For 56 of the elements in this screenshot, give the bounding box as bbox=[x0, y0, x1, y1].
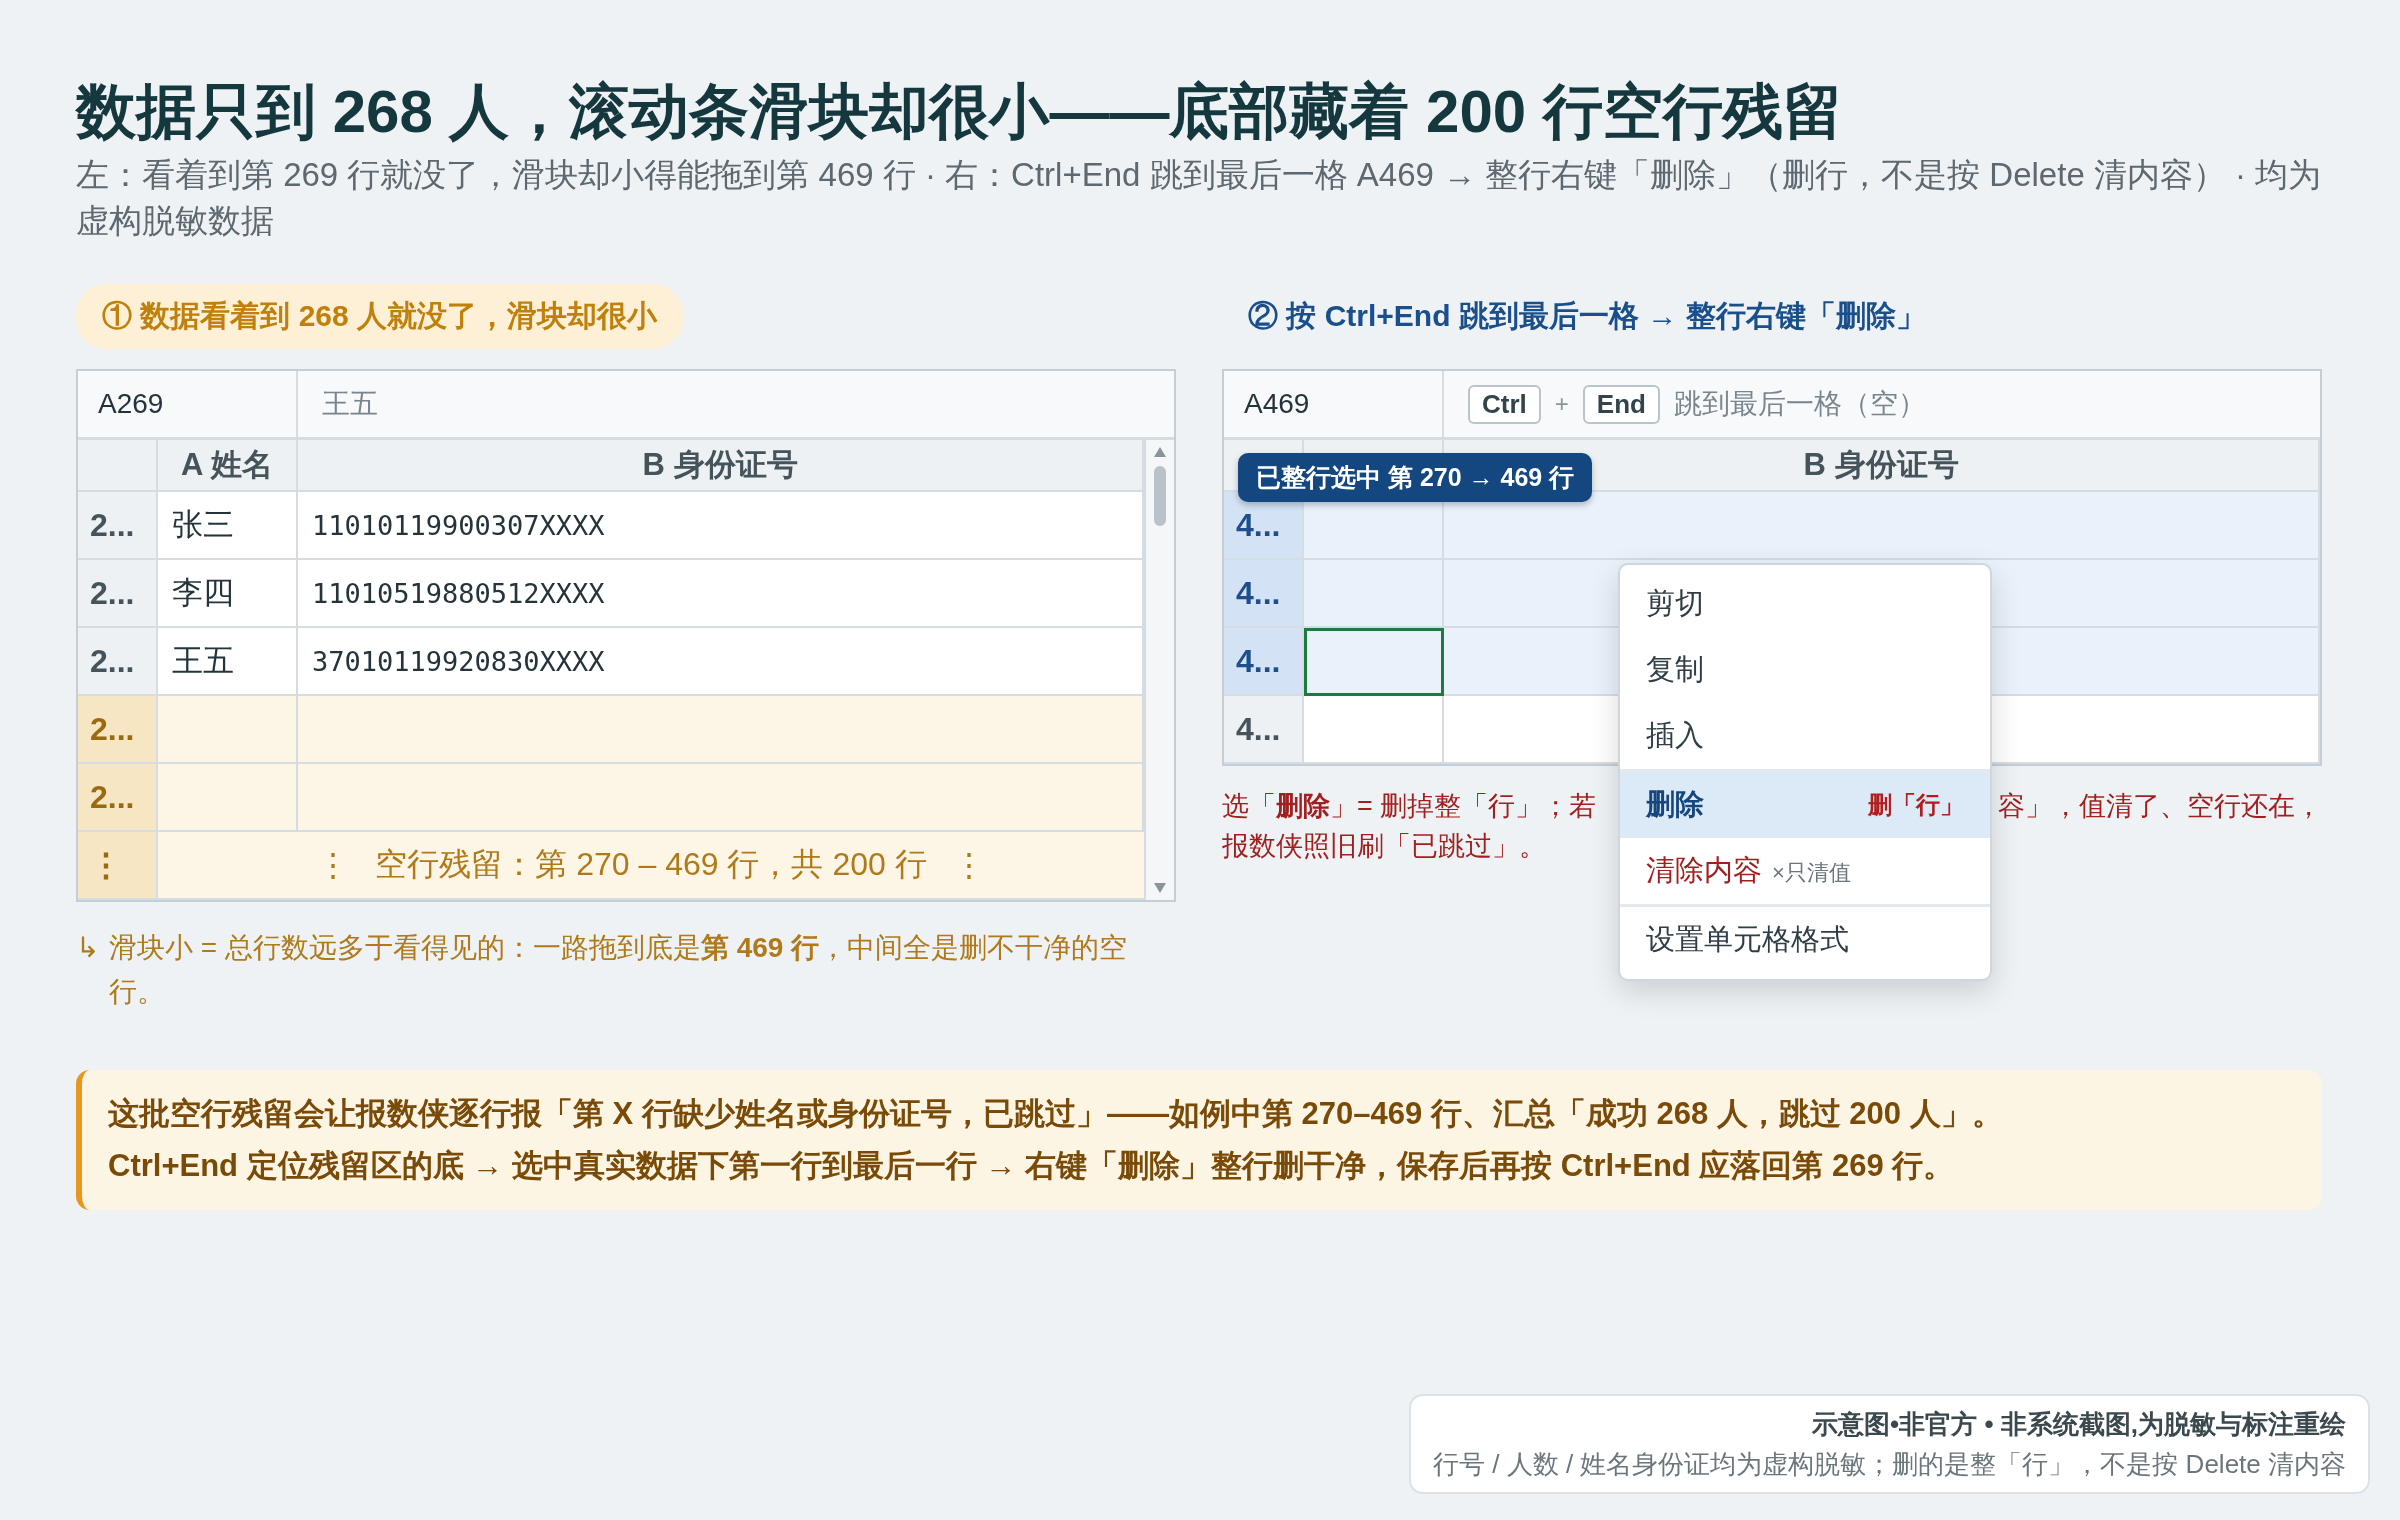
scroll-down-icon[interactable] bbox=[1153, 882, 1167, 894]
ellipsis-mark: ⋮ bbox=[317, 846, 350, 884]
menu-item[interactable]: 剪切 bbox=[1620, 571, 1990, 637]
menu-hint: 删「行」 bbox=[1868, 790, 1964, 820]
keyboard-key: End bbox=[1582, 384, 1660, 424]
note-text: 报数侠照旧刷「已跳过」。 bbox=[1222, 830, 1547, 863]
menu-label: 删除 bbox=[1646, 787, 1704, 822]
menu-label: 清除内容 bbox=[1646, 853, 1762, 888]
keyboard-key: Ctrl bbox=[1468, 384, 1541, 424]
table-cell: 李四 bbox=[158, 560, 298, 628]
row-number[interactable]: 4... bbox=[1224, 560, 1304, 628]
menu-item[interactable]: 清除内容 ×只清值 bbox=[1620, 838, 1990, 904]
row-number: 2... bbox=[78, 628, 158, 696]
page-title: 数据只到 268 人，滚动条滑块却很小——底部藏着 200 行空行残留 bbox=[76, 77, 1844, 147]
plus-sign: + bbox=[1554, 390, 1569, 418]
row-number: ⋮ bbox=[78, 832, 158, 900]
menu-item[interactable]: 插入 bbox=[1620, 703, 1990, 769]
footer-text: 行号 / 人数 / 姓名身份证均为虚构脱敏；删的是整「行」，不是按 Delete 清内容 bbox=[1433, 1448, 2346, 1481]
active-cell[interactable] bbox=[1304, 628, 1444, 696]
column-header: B 身份证号 bbox=[298, 440, 1144, 492]
callout-text: Ctrl+End 定位残留区的底 → 选中真实数据下第一行到最后一行 → 右键「删除」整行删干净，保存后再按 Ctrl+End 应落回第 269 行。 bbox=[108, 1147, 1956, 1185]
return-arrow-icon: ↳ bbox=[76, 926, 99, 1014]
ellipsis-mark: ⋮ bbox=[952, 846, 985, 884]
name-box[interactable]: A469 bbox=[1224, 371, 1444, 437]
column-header: A 姓名 bbox=[158, 440, 298, 492]
formula-bar[interactable]: 王五 bbox=[298, 371, 1174, 437]
scroll-up-icon[interactable] bbox=[1153, 446, 1167, 458]
row-number[interactable]: 4... bbox=[1224, 628, 1304, 696]
footer-title: 示意图•非官方 • 非系统截图,为脱敏与标注重绘 bbox=[1812, 1408, 2346, 1441]
menu-item[interactable]: 设置单元格格式 bbox=[1620, 907, 1990, 973]
callout-text: 这批空行残留会让报数侠逐行报「第 X 行缺少姓名或身份证号，已跳过」——如例中第 270–469 行、汇总「成功 268 人，跳过 200 人」。 bbox=[108, 1095, 2004, 1133]
menu-item[interactable]: 复制 bbox=[1620, 637, 1990, 703]
row-number: 2... bbox=[78, 560, 158, 628]
row-number: 2... bbox=[78, 764, 158, 832]
menu-hint: ×只清值 bbox=[1772, 859, 1851, 887]
summary-text: 空行残留：第 270 – 469 行，共 200 行 bbox=[375, 845, 927, 884]
table-cell[interactable] bbox=[1304, 696, 1444, 764]
note-text: 滑块小 = 总行数远多于看得见的：一路拖到底是第 469 行，中间全是删不干净的空行。 bbox=[109, 931, 1129, 1009]
step-heading: ② 按 Ctrl+End 跳到最后一格 → 整行右键「删除」 bbox=[1247, 298, 1927, 334]
name-box[interactable]: A269 bbox=[78, 371, 298, 437]
row-number: 2... bbox=[78, 492, 158, 560]
formula-hint: 跳到最后一格（空） bbox=[1673, 387, 1926, 421]
table-cell: 张三 bbox=[158, 492, 298, 560]
note-text: 选「删除」= 删掉整「行」；若 bbox=[1222, 790, 1597, 823]
subtitle: 左：看着到第 269 行就没了，滑块却小得能拖到第 469 行 · 右：Ctrl+End 跳到最后一格 A469 → 整行右键「删除」（删行，不是按 Delete 清内容） · 均为虚构脱敏数据 bbox=[76, 155, 2323, 241]
selection-tooltip: 已整行选中 第 270 → 469 行 bbox=[1238, 453, 1593, 502]
row-number: 2... bbox=[78, 696, 158, 764]
scroll-thumb[interactable] bbox=[1154, 466, 1166, 526]
menu-item[interactable]: 删除 删「行」 bbox=[1620, 772, 1990, 838]
table-cell: 11010519880512XXXX bbox=[298, 560, 1144, 628]
table-cell[interactable] bbox=[1304, 560, 1444, 628]
note-text: 容」，值清了、空行还在， bbox=[1998, 790, 2322, 823]
step-heading: ① 数据看着到 268 人就没了，滑块却很小 bbox=[76, 284, 684, 349]
table-cell: 11010119900307XXXX bbox=[298, 492, 1144, 560]
row-number[interactable]: 4... bbox=[1224, 696, 1304, 764]
scrollbar[interactable] bbox=[1144, 440, 1174, 900]
